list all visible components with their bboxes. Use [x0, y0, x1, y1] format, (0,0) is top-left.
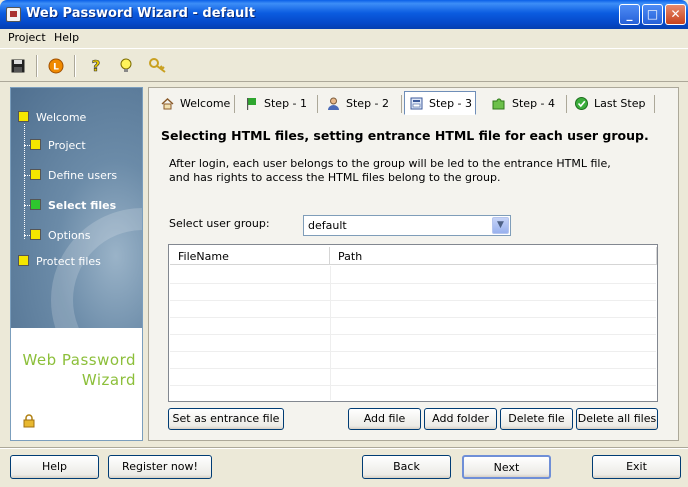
- grid-line: [170, 351, 656, 352]
- description-line: and has rights to access the HTML files …: [169, 171, 501, 184]
- house-icon: [160, 96, 174, 110]
- tab-step-3[interactable]: Step - 3: [404, 91, 476, 115]
- step-marker-active: [30, 199, 41, 210]
- tab-label: Last Step: [594, 96, 646, 110]
- puzzle-icon: [492, 96, 506, 110]
- close-button[interactable]: ✕: [665, 4, 686, 25]
- file-list-table[interactable]: FileName Path: [168, 244, 658, 402]
- set-entrance-file-button[interactable]: Set as entrance file: [168, 408, 284, 430]
- tab-label: Step - 3: [429, 96, 473, 110]
- brand-logo-text: Web Password Wizard: [22, 350, 136, 390]
- sidebar: Welcome Project Define users Select file…: [10, 87, 143, 441]
- sidebar-item-project[interactable]: Project: [48, 139, 86, 152]
- minimize-button[interactable]: _: [619, 4, 640, 25]
- tab-separator: [317, 95, 318, 113]
- grid-line: [170, 300, 656, 301]
- user-group-select[interactable]: default ▼: [303, 215, 511, 236]
- tab-separator: [566, 95, 567, 113]
- toolbar-separator: [74, 55, 76, 77]
- next-button[interactable]: Next: [462, 455, 551, 479]
- svg-text:L: L: [53, 63, 59, 73]
- footer-separator: [0, 447, 688, 449]
- add-file-button[interactable]: Add file: [348, 408, 421, 430]
- menu-project[interactable]: Project: [8, 31, 46, 44]
- register-now-button[interactable]: Register now!: [108, 455, 212, 479]
- toolbar: L ?: [0, 48, 688, 82]
- grid-line: [330, 266, 331, 400]
- tab-label: Step - 1: [264, 96, 308, 110]
- delete-file-button[interactable]: Delete file: [500, 408, 573, 430]
- brand-line-1: Web Password: [22, 351, 136, 369]
- help-icon[interactable]: ?: [86, 56, 106, 76]
- description-line: After login, each user belongs to the gr…: [169, 157, 611, 170]
- sidebar-nav-panel: Welcome Project Define users Select file…: [11, 88, 142, 328]
- menu-help[interactable]: Help: [54, 31, 79, 44]
- save-icon[interactable]: [8, 56, 28, 76]
- step-marker: [30, 169, 41, 180]
- step-heading: Selecting HTML files, setting entrance H…: [161, 128, 649, 143]
- step-description: After login, each user belongs to the gr…: [169, 157, 669, 185]
- sidebar-item-options[interactable]: Options: [48, 229, 90, 242]
- svg-text:?: ?: [92, 58, 101, 74]
- help-button[interactable]: Help: [10, 455, 99, 479]
- grid-line: [170, 283, 656, 284]
- lock-icon: [23, 414, 35, 431]
- grid-line: [170, 368, 656, 369]
- title-bar: Web Password Wizard - default _ □ ✕: [0, 0, 688, 29]
- sidebar-item-welcome[interactable]: Welcome: [36, 111, 86, 124]
- toolbar-separator: [36, 55, 38, 77]
- register-icon[interactable]: L: [46, 56, 66, 76]
- column-header-path[interactable]: Path: [330, 247, 657, 265]
- tab-label: Step - 2: [346, 96, 390, 110]
- user-group-value: default: [308, 219, 347, 232]
- key-icon[interactable]: [148, 56, 168, 76]
- check-icon: [574, 96, 588, 110]
- add-folder-button[interactable]: Add folder: [424, 408, 497, 430]
- tab-label: Step - 4: [512, 96, 556, 110]
- tab-separator: [654, 95, 655, 113]
- grid-line: [170, 385, 656, 386]
- tree-line: [24, 124, 25, 239]
- app-icon: [6, 7, 21, 22]
- user-icon: [326, 96, 340, 110]
- tab-step-1[interactable]: Step - 1: [240, 91, 316, 115]
- flag-icon: [244, 96, 258, 110]
- step-marker: [30, 229, 41, 240]
- back-button[interactable]: Back: [362, 455, 451, 479]
- sidebar-item-select-files[interactable]: Select files: [48, 199, 116, 212]
- grid-line: [170, 317, 656, 318]
- files-icon: [409, 96, 423, 110]
- tab-last-step[interactable]: Last Step: [570, 91, 654, 115]
- step-marker: [18, 111, 29, 122]
- user-group-label: Select user group:: [169, 217, 270, 230]
- tab-welcome[interactable]: Welcome: [156, 91, 232, 115]
- brand-line-2: Wizard: [81, 371, 136, 389]
- wizard-page: Welcome Step - 1 Step - 2 Step - 3 Step …: [148, 87, 679, 441]
- window-title: Web Password Wizard - default: [26, 6, 255, 21]
- tab-step-2[interactable]: Step - 2: [322, 91, 400, 115]
- tab-separator: [401, 95, 402, 113]
- column-header-filename[interactable]: FileName: [170, 247, 330, 265]
- sidebar-item-protect-files[interactable]: Protect files: [36, 255, 101, 268]
- maximize-button[interactable]: □: [642, 4, 663, 25]
- delete-all-files-button[interactable]: Delete all files: [576, 408, 658, 430]
- grid-line: [170, 334, 656, 335]
- sidebar-item-define-users[interactable]: Define users: [48, 169, 117, 182]
- step-marker: [30, 139, 41, 150]
- exit-button[interactable]: Exit: [592, 455, 681, 479]
- tab-separator: [234, 95, 235, 113]
- hint-icon[interactable]: [116, 56, 136, 76]
- chevron-down-icon[interactable]: ▼: [492, 217, 509, 234]
- tab-step-4[interactable]: Step - 4: [488, 91, 564, 115]
- tab-label: Welcome: [180, 96, 231, 110]
- menu-bar: Project Help: [0, 29, 688, 47]
- step-marker: [18, 255, 29, 266]
